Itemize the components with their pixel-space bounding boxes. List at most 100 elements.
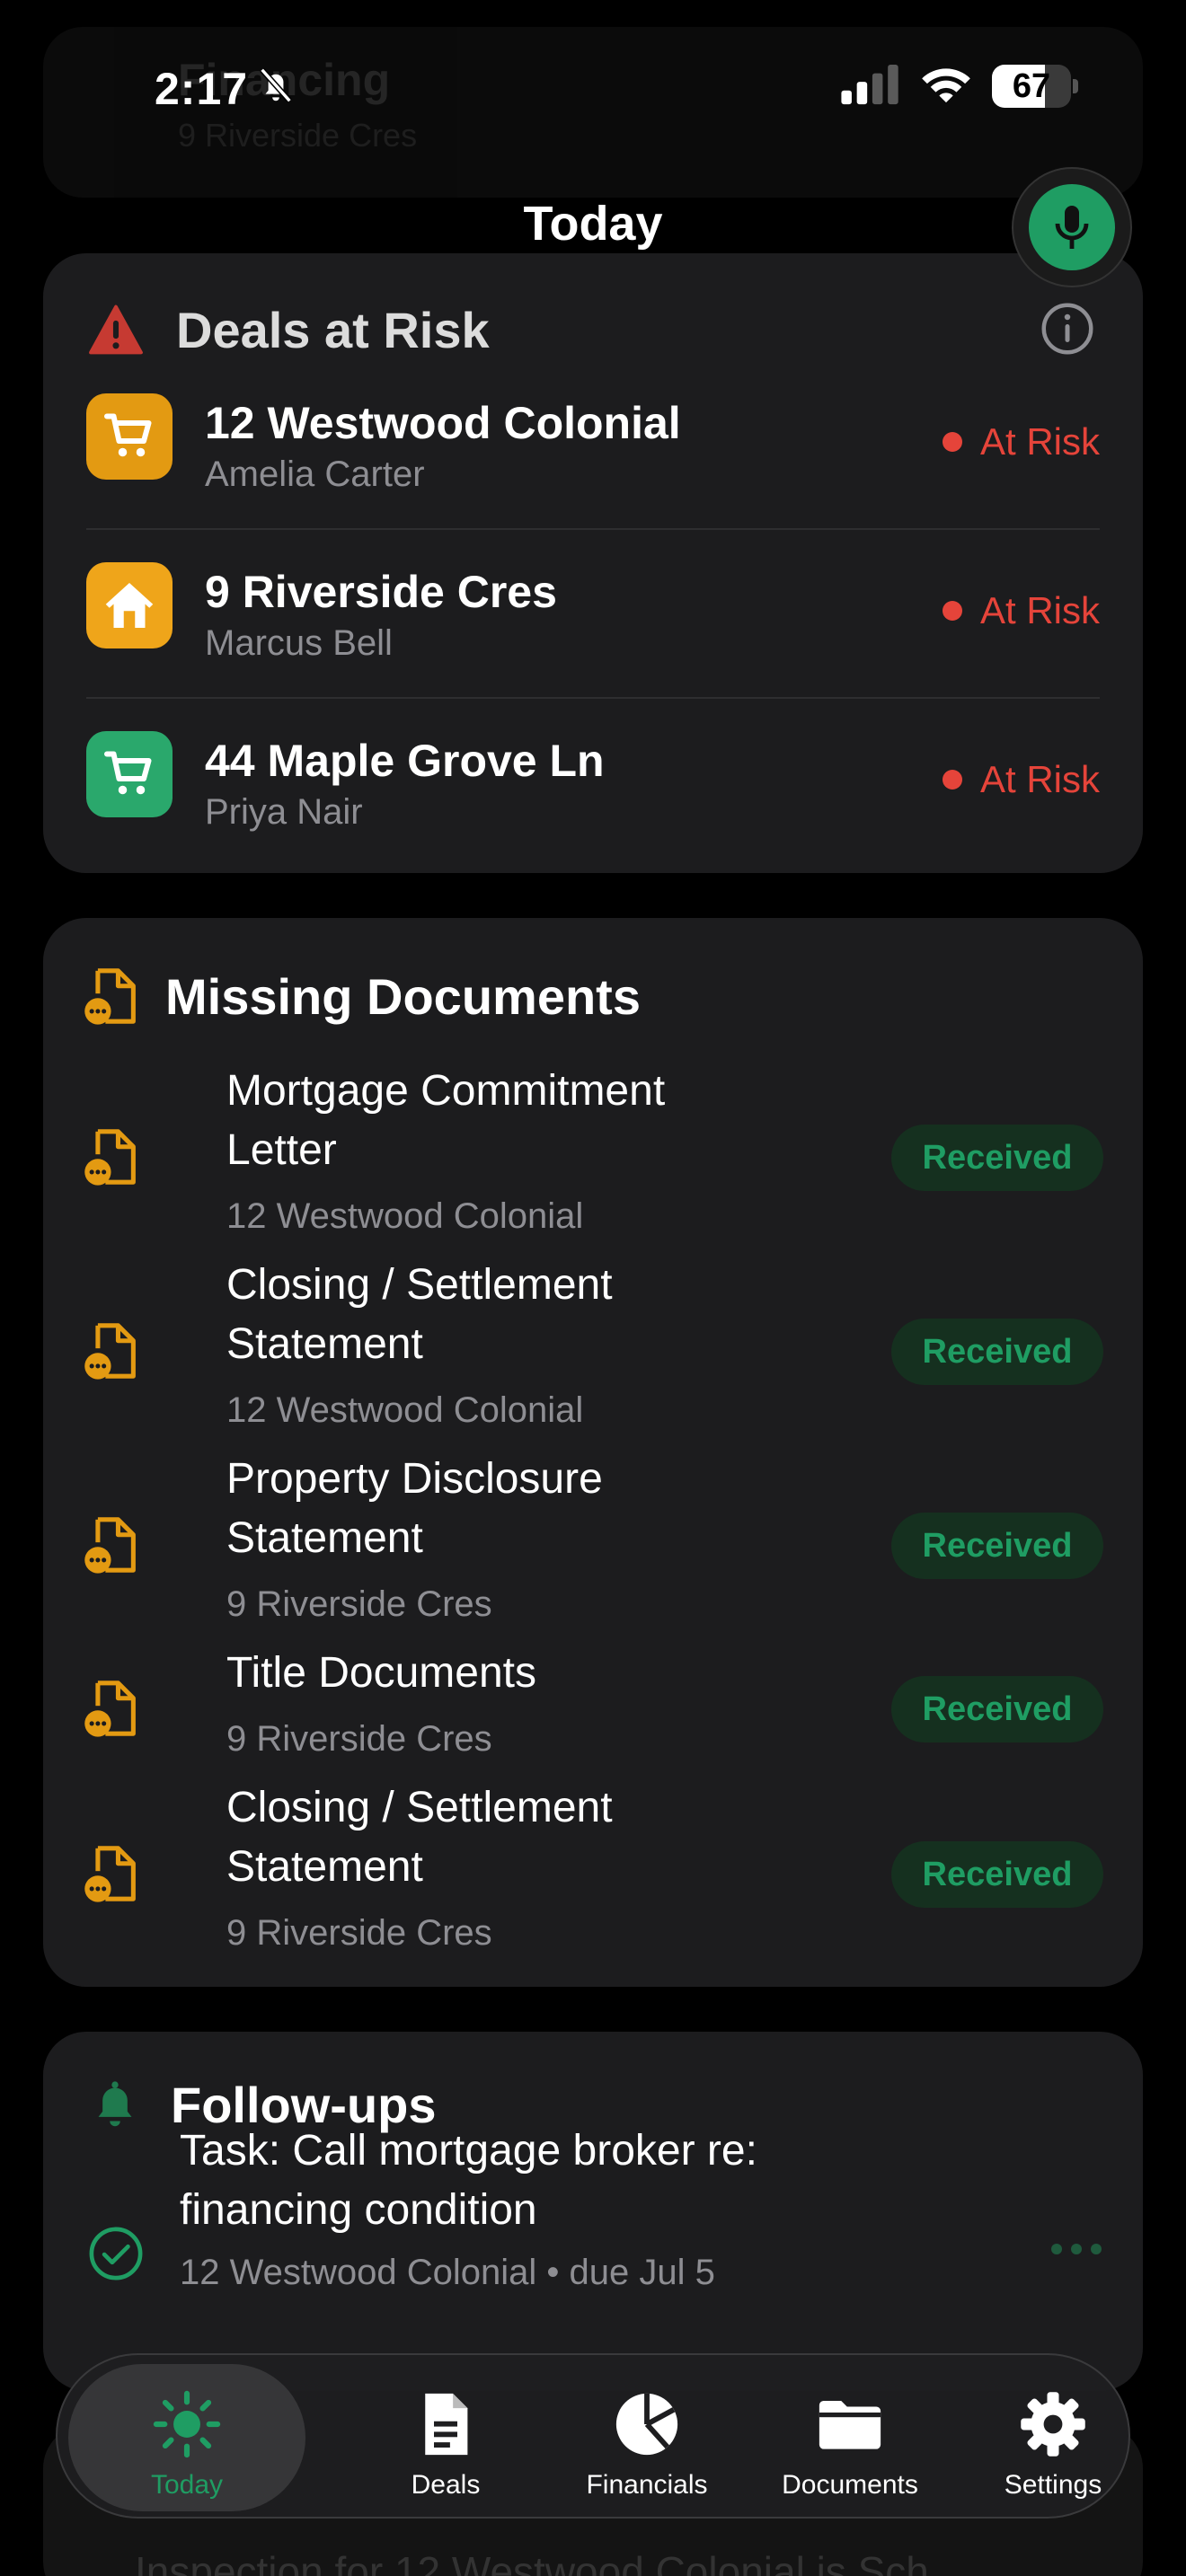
document-deal: 9 Riverside Cres	[226, 1719, 492, 1759]
document-pending-icon	[84, 1129, 136, 1186]
risk-status-badge: At Risk	[942, 589, 1100, 632]
document-row[interactable]: Closing / Settlement Statement 9 Riversi…	[83, 1778, 1103, 1972]
document-title-line: Letter	[226, 1126, 337, 1174]
tab-label: Documents	[782, 2470, 918, 2500]
tab-today[interactable]: Today	[68, 2364, 305, 2511]
document-pending-icon	[84, 1846, 136, 1902]
document-title-line: Statement	[226, 1514, 423, 1562]
gear-icon	[1021, 2392, 1085, 2457]
battery-tip	[1073, 79, 1078, 93]
received-badge[interactable]: Received	[891, 1125, 1103, 1191]
info-icon[interactable]	[1040, 302, 1094, 356]
task-title-line: financing condition	[180, 2186, 537, 2234]
status-time: 2:17	[155, 64, 249, 114]
missing-documents-title: Missing Documents	[165, 967, 641, 1025]
deal-name: 12 Westwood Colonial	[205, 398, 681, 448]
warning-icon	[89, 304, 143, 355]
folder-icon	[819, 2401, 881, 2449]
tab-label: Financials	[586, 2470, 708, 2500]
deal-name: 44 Maple Grove Ln	[205, 736, 605, 786]
battery-box: 67	[992, 65, 1071, 108]
more-options-icon[interactable]	[1049, 2240, 1103, 2258]
document-row[interactable]: Mortgage Commitment Letter 12 Westwood C…	[83, 1062, 1103, 1256]
mic-button-inner[interactable]	[1029, 184, 1115, 270]
task-meta: 12 Westwood Colonial • due Jul 5	[180, 2253, 715, 2292]
missing-documents-header: Missing Documents	[83, 956, 641, 1037]
received-badge[interactable]: Received	[891, 1513, 1103, 1579]
document-row[interactable]: Title Documents 9 Riverside Cres Receive…	[83, 1644, 1103, 1778]
document-title: Property Disclosure Statement	[226, 1450, 873, 1568]
house-icon	[105, 583, 154, 628]
document-title-line: Closing / Settlement	[226, 1784, 613, 1831]
deal-icon-badge	[86, 731, 173, 817]
cart-icon	[104, 751, 152, 795]
deal-row[interactable]: 12 Westwood Colonial Amelia Carter At Ri…	[86, 361, 1100, 530]
document-title-line: Statement	[226, 1843, 423, 1891]
tab-settings[interactable]: Settings	[952, 2364, 1154, 2511]
tab-deals[interactable]: Deals	[345, 2364, 546, 2511]
bell-icon	[98, 2081, 132, 2127]
deal-client: Amelia Carter	[205, 454, 425, 494]
bell-off-icon	[260, 67, 292, 103]
deal-row[interactable]: 9 Riverside Cres Marcus Bell At Risk	[86, 530, 1100, 699]
pie-chart-icon	[615, 2393, 678, 2456]
check-circle-icon[interactable]	[88, 2226, 144, 2281]
risk-dot	[942, 601, 962, 621]
risk-status-badge: At Risk	[942, 420, 1100, 463]
document-row[interactable]: Property Disclosure Statement 9 Riversid…	[83, 1450, 1103, 1644]
deal-row[interactable]: 44 Maple Grove Ln Priya Nair At Risk	[86, 699, 1100, 868]
tab-label: Deals	[411, 2470, 481, 2500]
deals-at-risk-card: Deals at Risk 12 Westwood Colonial Ameli…	[43, 253, 1143, 873]
deal-icon-badge	[86, 562, 173, 648]
tab-bar: Today Deals Financials Documents Setting…	[56, 2353, 1130, 2519]
risk-dot	[942, 770, 962, 790]
cell-signal-icon	[841, 65, 898, 105]
document-pending-icon	[84, 1323, 136, 1380]
tab-documents[interactable]: Documents	[749, 2364, 951, 2511]
document-row[interactable]: Closing / Settlement Statement 12 Westwo…	[83, 1256, 1103, 1450]
risk-status-label: At Risk	[979, 589, 1100, 631]
risk-status-badge: At Risk	[942, 758, 1100, 801]
status-bar: 2:17 67	[0, 0, 1186, 180]
document-title-line: Mortgage Commitment	[226, 1067, 666, 1115]
document-title-line: Statement	[226, 1320, 423, 1368]
document-title: Mortgage Commitment Letter	[226, 1062, 873, 1180]
document-title-line: Title Documents	[226, 1649, 536, 1697]
document-deal: 9 Riverside Cres	[226, 1584, 492, 1624]
document-pending-icon	[84, 968, 136, 1025]
document-title: Closing / Settlement Statement	[226, 1778, 873, 1897]
risk-status-label: At Risk	[979, 758, 1100, 800]
battery-percent: 67	[1012, 67, 1051, 105]
task-title: Task: Call mortgage broker re: financing…	[180, 2122, 916, 2240]
microphone-icon	[1055, 206, 1089, 249]
document-title-line: Property Disclosure	[226, 1455, 603, 1503]
document-deal: 9 Riverside Cres	[226, 1913, 492, 1953]
deals-at-risk-title: Deals at Risk	[176, 301, 490, 358]
document-title: Closing / Settlement Statement	[226, 1256, 873, 1374]
document-pending-icon	[84, 1517, 136, 1574]
received-badge[interactable]: Received	[891, 1676, 1103, 1742]
deal-icon-badge	[86, 393, 173, 480]
tab-label: Today	[150, 2470, 224, 2500]
document-pending-icon	[84, 1681, 136, 1737]
deal-client: Priya Nair	[205, 792, 363, 832]
received-badge[interactable]: Received	[891, 1841, 1103, 1908]
missing-documents-card: Missing Documents Mortgage Commitment Le…	[43, 918, 1143, 1987]
deals-at-risk-header: Deals at Risk	[88, 289, 490, 370]
received-badge[interactable]: Received	[891, 1319, 1103, 1385]
document-title-line: Closing / Settlement	[226, 1261, 613, 1309]
follow-ups-card: Follow-ups Task: Call mortgage broker re…	[43, 2032, 1143, 2391]
wifi-icon	[922, 68, 970, 103]
deal-client: Marcus Bell	[205, 623, 393, 663]
tab-label: Settings	[1004, 2470, 1102, 2500]
cart-icon	[104, 413, 152, 457]
deal-name: 9 Riverside Cres	[205, 567, 557, 617]
document-deal: 12 Westwood Colonial	[226, 1196, 584, 1236]
voice-assistant-button[interactable]	[1012, 167, 1132, 287]
page-title: Today	[523, 197, 663, 251]
ghost-card-text: Inspection for 12 Westwood Colonial is S…	[135, 2548, 929, 2576]
task-title-line: Task: Call mortgage broker re:	[180, 2127, 757, 2175]
tab-financials[interactable]: Financials	[546, 2364, 748, 2511]
risk-dot	[942, 432, 962, 452]
document-deal: 12 Westwood Colonial	[226, 1390, 584, 1430]
